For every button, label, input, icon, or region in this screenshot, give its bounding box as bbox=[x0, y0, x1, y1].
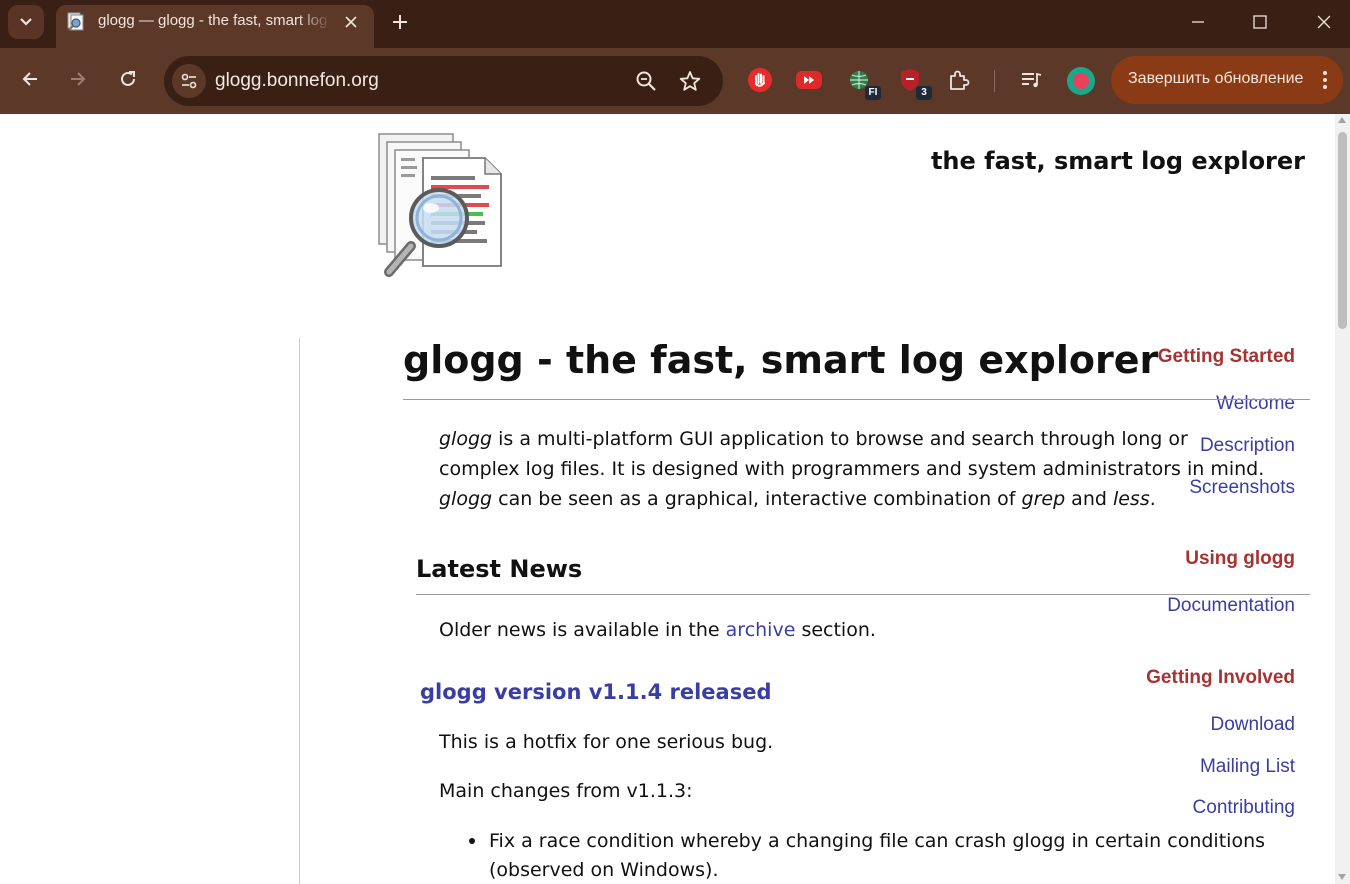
toolbar-separator bbox=[994, 70, 995, 92]
intro-line-2: complex log files. It is designed with p… bbox=[439, 458, 1265, 480]
tab-close-button[interactable] bbox=[340, 11, 362, 33]
maximize-button[interactable] bbox=[1238, 4, 1282, 40]
tab-strip: glogg — glogg - the fast, smart log expl… bbox=[0, 0, 1350, 48]
archive-link[interactable]: archive bbox=[726, 619, 796, 641]
extension-badge: 3 bbox=[916, 86, 932, 100]
more-menu-button[interactable] bbox=[1317, 68, 1333, 92]
close-icon bbox=[345, 16, 357, 28]
title-rule bbox=[403, 399, 1310, 400]
bookmark-button[interactable] bbox=[677, 68, 703, 94]
minimize-button[interactable] bbox=[1176, 4, 1220, 40]
extension-youtube-forward[interactable] bbox=[795, 66, 823, 94]
sidebar-link-documentation[interactable]: Documentation bbox=[1167, 595, 1295, 617]
stop-hand-icon bbox=[748, 68, 772, 92]
glogg-logo-icon bbox=[378, 133, 502, 277]
address-bar[interactable]: glogg.bonnefon.org bbox=[164, 56, 723, 106]
intro-text: and bbox=[1065, 488, 1113, 510]
glogg-favicon-icon bbox=[67, 12, 84, 31]
sidebar-heading-getting-started: Getting Started bbox=[1157, 346, 1295, 367]
youtube-forward-icon bbox=[796, 71, 822, 89]
sidebar-link-contributing[interactable]: Contributing bbox=[1193, 797, 1295, 819]
maximize-icon bbox=[1253, 15, 1267, 29]
sidebar-divider bbox=[299, 338, 300, 884]
extension-translate[interactable]: FI bbox=[845, 66, 881, 100]
grep-em: grep bbox=[1021, 488, 1066, 510]
arrow-right-icon bbox=[71, 72, 86, 86]
site-info-button[interactable] bbox=[172, 64, 206, 98]
news-item-title-link[interactable]: glogg version v1.1.4 released bbox=[420, 680, 771, 704]
news-bullet-line-2: (observed on Windows). bbox=[489, 859, 719, 881]
zoom-button[interactable] bbox=[633, 68, 659, 94]
intro-line-3: glogg can be seen as a graphical, intera… bbox=[439, 484, 1156, 514]
scroll-up-arrow-icon[interactable] bbox=[1338, 117, 1346, 123]
archive-paragraph: Older news is available in the archive s… bbox=[439, 615, 876, 645]
extension-badge: FI bbox=[865, 86, 881, 100]
sidebar-link-welcome[interactable]: Welcome bbox=[1216, 393, 1295, 415]
more-vertical-icon bbox=[1323, 71, 1327, 89]
star-icon bbox=[679, 71, 701, 91]
scroll-thumb[interactable] bbox=[1338, 132, 1347, 329]
page-scrollbar[interactable] bbox=[1335, 114, 1350, 884]
avatar-icon bbox=[1073, 73, 1089, 89]
extension-shield[interactable]: 3 bbox=[896, 66, 932, 100]
zoom-icon bbox=[636, 71, 656, 91]
close-icon bbox=[1317, 15, 1331, 29]
reload-button[interactable] bbox=[111, 62, 145, 96]
page-title: glogg - the fast, smart log explorer bbox=[403, 338, 1159, 382]
page-viewport: the fast, smart log explorer Getting Sta… bbox=[0, 114, 1335, 884]
new-tab-button[interactable] bbox=[386, 8, 414, 36]
minimize-icon bbox=[1192, 21, 1204, 23]
scroll-down-arrow-icon[interactable] bbox=[1338, 874, 1346, 880]
list-bullet bbox=[469, 838, 475, 844]
sidebar-link-mailing-list[interactable]: Mailing List bbox=[1200, 756, 1295, 778]
extension-stop-hand[interactable] bbox=[746, 66, 774, 94]
intro-line-1: glogg is a multi-platform GUI applicatio… bbox=[439, 424, 1188, 454]
profile-avatar[interactable] bbox=[1067, 67, 1095, 95]
glogg-em: glogg bbox=[439, 488, 493, 510]
finish-update-button[interactable]: Завершить обновление bbox=[1111, 56, 1343, 104]
forward-button[interactable] bbox=[61, 62, 95, 96]
intro-text: is a multi-platform GUI application to b… bbox=[492, 428, 1188, 450]
sidebar-link-download[interactable]: Download bbox=[1211, 714, 1296, 736]
tune-icon bbox=[181, 73, 197, 89]
update-label: Завершить обновление bbox=[1128, 70, 1304, 87]
plus-icon bbox=[393, 15, 407, 29]
arrow-left-icon bbox=[22, 72, 37, 86]
less-em: less bbox=[1112, 488, 1150, 510]
archive-suffix: section. bbox=[795, 619, 876, 641]
media-controls-button[interactable] bbox=[1018, 66, 1046, 94]
playlist-icon bbox=[1022, 72, 1042, 88]
browser-toolbar: glogg.bonnefon.org FI 3 Завершить обновл… bbox=[0, 48, 1350, 114]
news-bullet-line-1: Fix a race condition whereby a changing … bbox=[489, 830, 1266, 852]
news-item-paragraph-2: Main changes from v1.1.3: bbox=[439, 780, 693, 802]
tab-title: glogg — glogg - the fast, smart log expl… bbox=[98, 12, 332, 29]
tab-search-button[interactable] bbox=[8, 5, 44, 39]
chevron-down-icon bbox=[20, 18, 32, 26]
extensions-menu-button[interactable] bbox=[945, 66, 973, 94]
url-text: glogg.bonnefon.org bbox=[215, 70, 379, 91]
news-rule bbox=[416, 594, 1310, 595]
reload-icon bbox=[121, 71, 135, 86]
active-tab[interactable]: glogg — glogg - the fast, smart log expl… bbox=[56, 5, 374, 48]
site-tagline: the fast, smart log explorer bbox=[930, 147, 1305, 175]
sidebar-heading-getting-involved: Getting Involved bbox=[1146, 667, 1295, 688]
latest-news-heading: Latest News bbox=[416, 555, 583, 583]
close-window-button[interactable] bbox=[1302, 4, 1346, 40]
glogg-em: glogg bbox=[439, 428, 493, 450]
sidebar-heading-using-glogg: Using glogg bbox=[1185, 548, 1295, 569]
archive-prefix: Older news is available in the bbox=[439, 619, 726, 641]
puzzle-icon bbox=[950, 70, 970, 90]
intro-text: can be seen as a graphical, interactive … bbox=[492, 488, 1022, 510]
back-button[interactable] bbox=[13, 62, 47, 96]
intro-text: . bbox=[1149, 488, 1156, 510]
news-item-paragraph-1: This is a hotfix for one serious bug. bbox=[439, 731, 774, 753]
